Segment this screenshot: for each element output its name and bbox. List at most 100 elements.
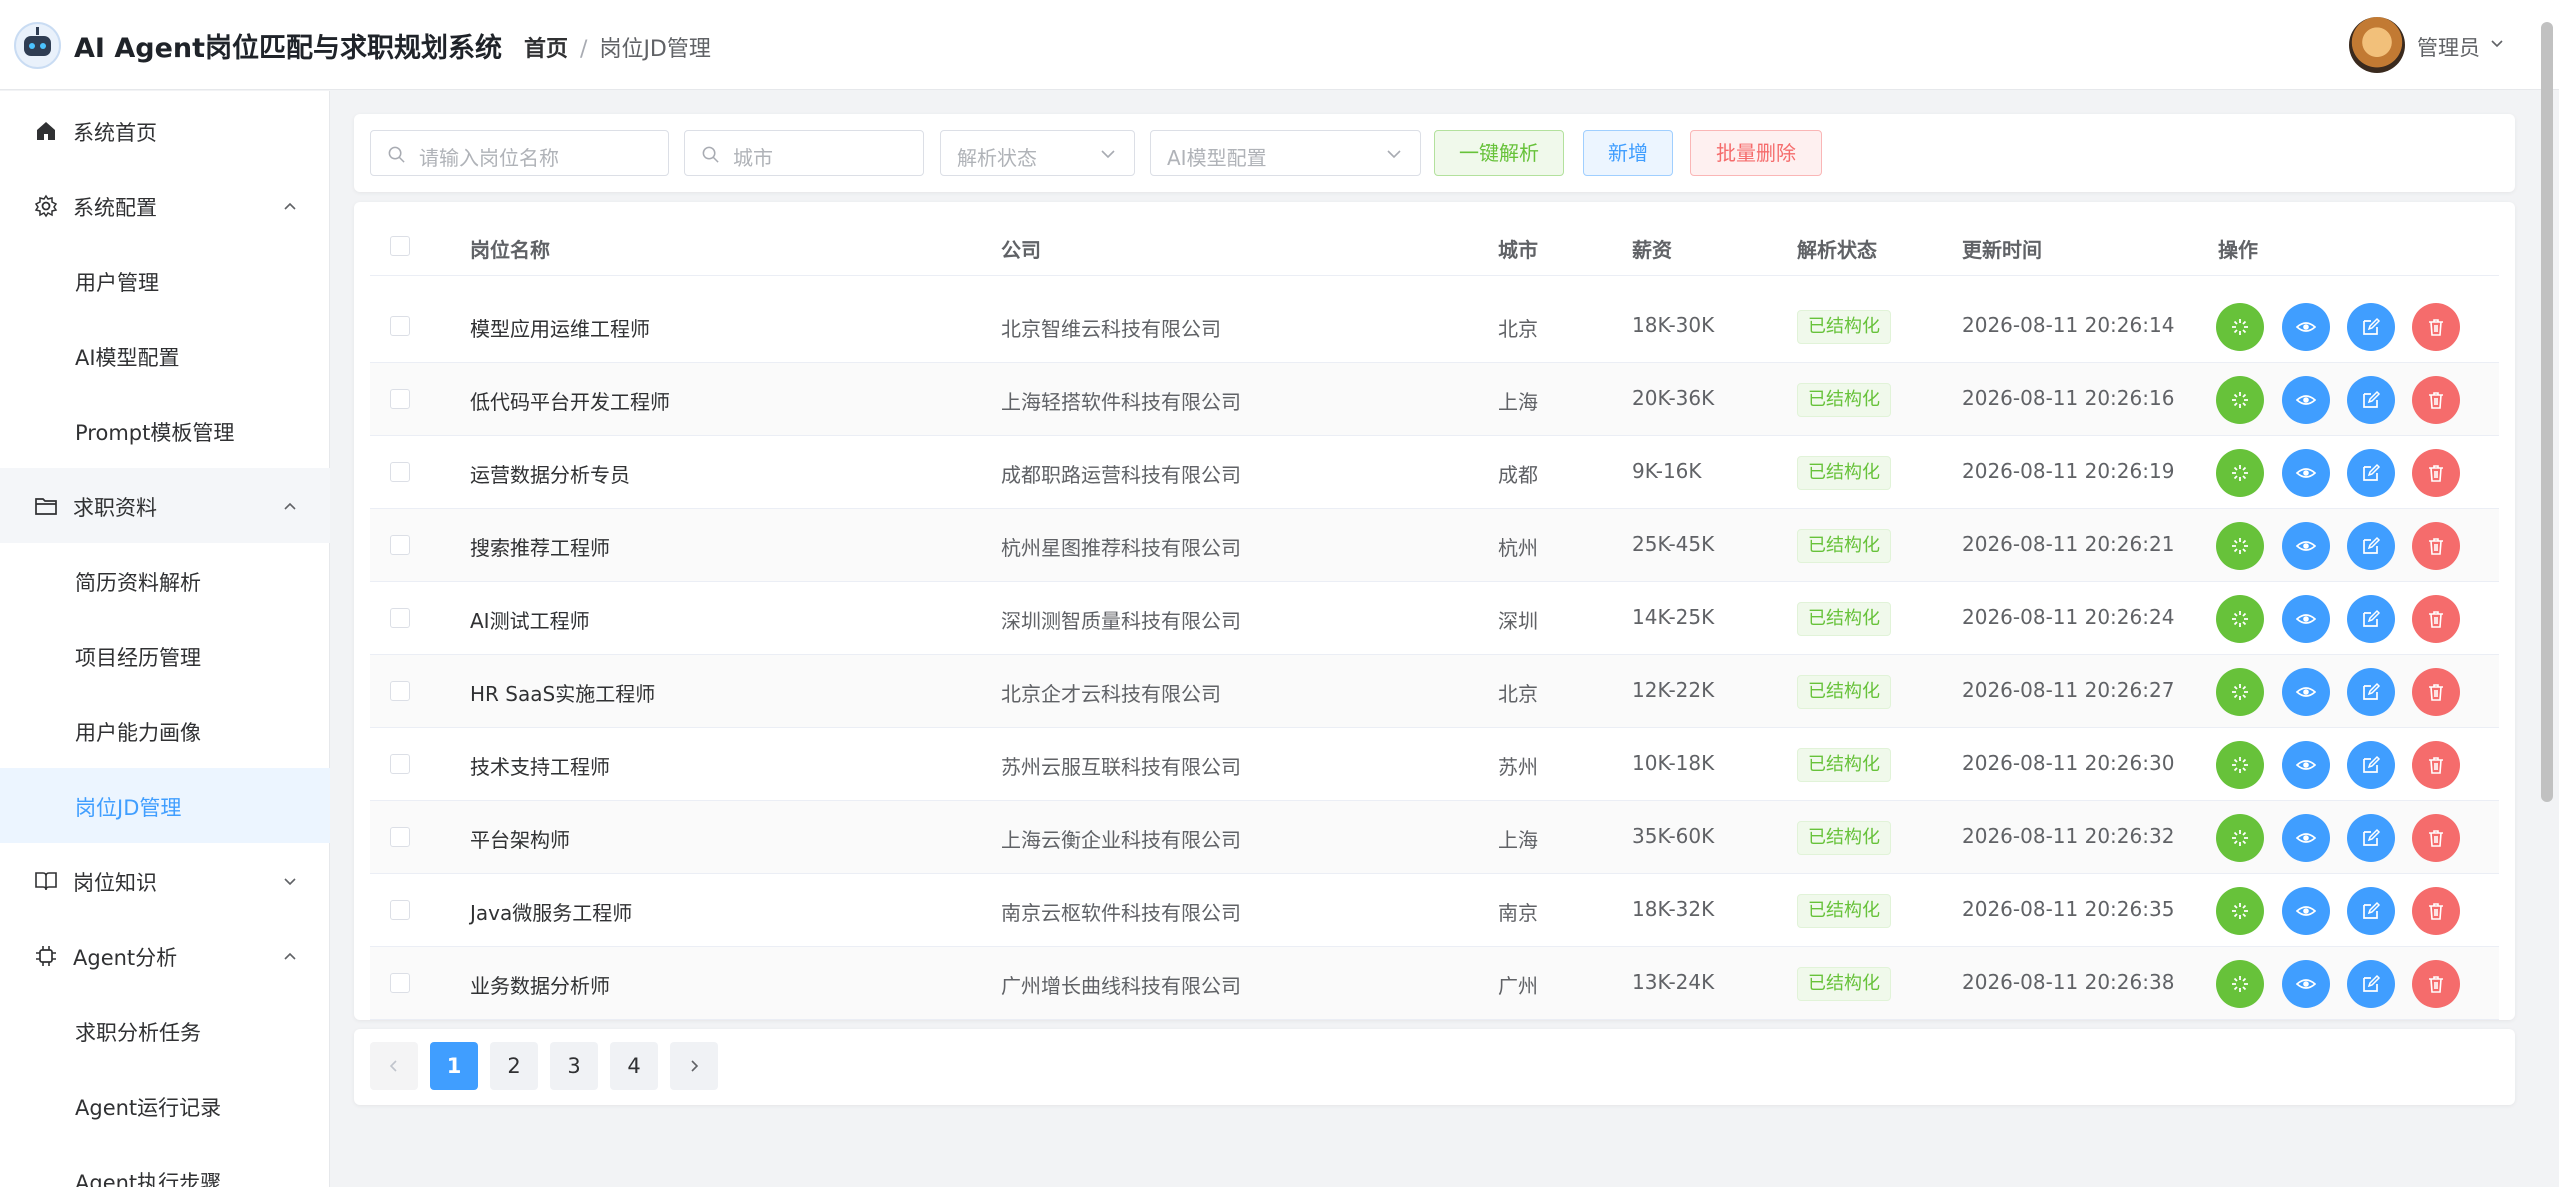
table-row[interactable]: HR SaaS实施工程师 北京企才云科技有限公司 北京 12K-22K 已结构化 2026… <box>370 655 2499 728</box>
sidebar-group-job-materials[interactable]: 求职资料 <box>0 468 330 543</box>
table-row[interactable]: AI测试工程师 深圳测智质量科技有限公司 深圳 14K-25K 已结构化 2026-08-… <box>370 582 2499 655</box>
prev-page-button[interactable] <box>370 1042 418 1090</box>
sidebar-group-job-knowledge[interactable]: 岗位知识 <box>0 843 330 918</box>
parse-button[interactable] <box>2216 522 2264 570</box>
edit-button[interactable] <box>2347 376 2395 424</box>
view-button[interactable] <box>2282 741 2330 789</box>
row-checkbox[interactable] <box>390 316 410 336</box>
sidebar-item-ai-model-config[interactable]: AI模型配置 <box>0 318 330 393</box>
view-button[interactable] <box>2282 814 2330 862</box>
delete-button[interactable] <box>2412 668 2460 716</box>
edit-button[interactable] <box>2347 814 2395 862</box>
column-header-updated-time[interactable]: 更新时间 <box>1962 234 2042 263</box>
delete-button[interactable] <box>2412 814 2460 862</box>
row-checkbox[interactable] <box>390 900 410 920</box>
table-row[interactable]: 低代码平台开发工程师 上海轻搭软件科技有限公司 上海 20K-36K 已结构化 2026-… <box>370 363 2499 436</box>
table-row[interactable]: 技术支持工程师 苏州云服互联科技有限公司 苏州 10K-18K 已结构化 2026-08-… <box>370 728 2499 801</box>
row-checkbox[interactable] <box>390 754 410 774</box>
delete-button[interactable] <box>2412 887 2460 935</box>
row-checkbox[interactable] <box>390 973 410 993</box>
edit-button[interactable] <box>2347 887 2395 935</box>
edit-button[interactable] <box>2347 522 2395 570</box>
column-header-city[interactable]: 城市 <box>1498 234 1538 263</box>
view-button[interactable] <box>2282 376 2330 424</box>
row-checkbox[interactable] <box>390 462 410 482</box>
city-search-input[interactable]: 城市 <box>684 130 924 176</box>
page-1-button[interactable]: 1 <box>430 1042 478 1090</box>
chevron-down-icon[interactable] <box>2489 36 2505 52</box>
edit-button[interactable] <box>2347 741 2395 789</box>
delete-button[interactable] <box>2412 960 2460 1008</box>
view-button[interactable] <box>2282 449 2330 497</box>
sidebar-item-prompt-templates[interactable]: Prompt模板管理 <box>0 393 330 468</box>
delete-button[interactable] <box>2412 449 2460 497</box>
view-button[interactable] <box>2282 668 2330 716</box>
delete-button[interactable] <box>2412 376 2460 424</box>
delete-button[interactable] <box>2412 522 2460 570</box>
page-2-button[interactable]: 2 <box>490 1042 538 1090</box>
column-header-job-name[interactable]: 岗位名称 <box>470 234 550 263</box>
parse-button[interactable] <box>2216 887 2264 935</box>
add-button[interactable]: 新增 <box>1583 130 1673 176</box>
sidebar-item-job-analysis-tasks[interactable]: 求职分析任务 <box>0 993 330 1068</box>
select-all-checkbox[interactable] <box>390 236 410 256</box>
edit-button[interactable] <box>2347 303 2395 351</box>
parse-button[interactable] <box>2216 668 2264 716</box>
parse-button[interactable] <box>2216 741 2264 789</box>
row-checkbox[interactable] <box>390 608 410 628</box>
row-checkbox[interactable] <box>390 827 410 847</box>
sidebar-item-user-management[interactable]: 用户管理 <box>0 243 330 318</box>
edit-button[interactable] <box>2347 449 2395 497</box>
delete-button[interactable] <box>2412 303 2460 351</box>
sidebar-item-home[interactable]: 系统首页 <box>0 93 330 168</box>
sidebar-item-agent-steps[interactable]: Agent执行步骤 <box>0 1143 330 1187</box>
batch-delete-button[interactable]: 批量删除 <box>1690 130 1822 176</box>
sidebar-item-project-experience[interactable]: 项目经历管理 <box>0 618 330 693</box>
breadcrumb-home[interactable]: 首页 <box>524 37 568 62</box>
sidebar-item-agent-run-records[interactable]: Agent运行记录 <box>0 1068 330 1143</box>
job-name-search-input[interactable]: 请输入岗位名称 <box>370 130 669 176</box>
user-name[interactable]: 管理员 <box>2417 32 2480 62</box>
parse-all-button[interactable]: 一键解析 <box>1434 130 1564 176</box>
view-button[interactable] <box>2282 522 2330 570</box>
sidebar-group-system-config[interactable]: 系统配置 <box>0 168 330 243</box>
column-header-salary[interactable]: 薪资 <box>1632 234 1672 263</box>
parse-button[interactable] <box>2216 595 2264 643</box>
view-button[interactable] <box>2282 960 2330 1008</box>
edit-button[interactable] <box>2347 668 2395 716</box>
table-row[interactable]: 平台架构师 上海云衡企业科技有限公司 上海 35K-60K 已结构化 2026-08-11… <box>370 801 2499 874</box>
sidebar-item-ability-profile[interactable]: 用户能力画像 <box>0 693 330 768</box>
parse-button[interactable] <box>2216 960 2264 1008</box>
parse-button[interactable] <box>2216 449 2264 497</box>
sidebar-item-job-jd-management[interactable]: 岗位JD管理 <box>0 768 330 843</box>
table-row[interactable]: Java微服务工程师 南京云枢软件科技有限公司 南京 18K-32K 已结构化 2026-… <box>370 874 2499 947</box>
page-3-button[interactable]: 3 <box>550 1042 598 1090</box>
view-button[interactable] <box>2282 595 2330 643</box>
view-button[interactable] <box>2282 303 2330 351</box>
row-checkbox[interactable] <box>390 389 410 409</box>
edit-button[interactable] <box>2347 960 2395 1008</box>
column-header-company[interactable]: 公司 <box>1001 234 1041 263</box>
sidebar-item-resume-parsing[interactable]: 简历资料解析 <box>0 543 330 618</box>
table-row[interactable]: 模型应用运维工程师 北京智维云科技有限公司 北京 18K-30K 已结构化 2026-08… <box>370 290 2499 363</box>
row-checkbox[interactable] <box>390 681 410 701</box>
table-row[interactable]: 运营数据分析专员 成都职路运营科技有限公司 成都 9K-16K 已结构化 2026-08-… <box>370 436 2499 509</box>
parse-button[interactable] <box>2216 303 2264 351</box>
delete-button[interactable] <box>2412 741 2460 789</box>
view-button[interactable] <box>2282 887 2330 935</box>
ai-model-select[interactable]: AI模型配置 <box>1150 130 1421 176</box>
parse-button[interactable] <box>2216 814 2264 862</box>
delete-button[interactable] <box>2412 595 2460 643</box>
page-scrollbar[interactable] <box>2541 22 2553 802</box>
column-header-parse-status[interactable]: 解析状态 <box>1797 234 1877 263</box>
row-checkbox[interactable] <box>390 535 410 555</box>
edit-button[interactable] <box>2347 595 2395 643</box>
table-row[interactable]: 业务数据分析师 广州增长曲线科技有限公司 广州 13K-24K 已结构化 2026-08-… <box>370 947 2499 1020</box>
parse-status-select[interactable]: 解析状态 <box>940 130 1135 176</box>
parse-button[interactable] <box>2216 376 2264 424</box>
page-4-button[interactable]: 4 <box>610 1042 658 1090</box>
table-row[interactable]: 搜索推荐工程师 杭州星图推荐科技有限公司 杭州 25K-45K 已结构化 2026-08-… <box>370 509 2499 582</box>
sidebar-group-agent-analysis[interactable]: Agent分析 <box>0 918 330 993</box>
avatar[interactable] <box>2349 17 2405 73</box>
next-page-button[interactable] <box>670 1042 718 1090</box>
